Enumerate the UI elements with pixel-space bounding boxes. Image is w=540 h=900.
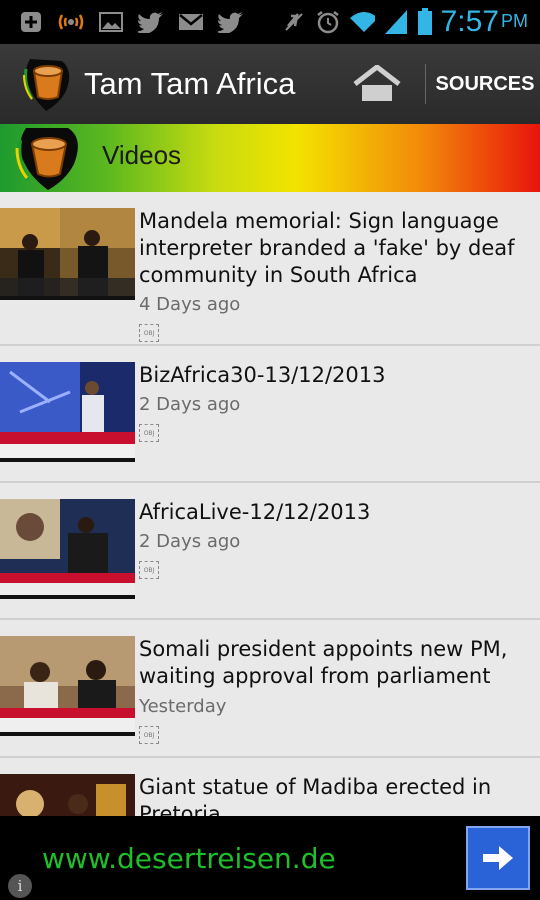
radio-icon <box>58 10 84 34</box>
video-thumbnail[interactable] <box>0 362 135 462</box>
category-banner: Videos <box>0 124 540 192</box>
video-item[interactable]: AfricaLive-12/12/2013 2 Days ago OBJ <box>0 483 540 618</box>
alarm-icon <box>315 10 341 34</box>
video-item[interactable]: BizAfrica30-13/12/2013 2 Days ago OBJ <box>0 346 540 481</box>
twitter-icon <box>138 10 164 34</box>
notification-icons <box>0 10 244 34</box>
video-time: 4 Days ago <box>139 294 241 315</box>
video-time: Yesterday <box>139 696 227 717</box>
object-placeholder: OBJ <box>139 324 159 342</box>
video-title[interactable]: AfricaLive-12/12/2013 <box>139 499 534 526</box>
video-item[interactable]: Giant statue of Madiba erected in Pretor… <box>0 758 540 816</box>
sources-button[interactable]: SOURCES <box>430 64 540 104</box>
app-logo[interactable] <box>20 57 74 111</box>
ad-url[interactable]: www.desertreisen.de <box>42 842 336 875</box>
video-title[interactable]: BizAfrica30-13/12/2013 <box>139 362 534 389</box>
banner-logo <box>12 126 92 192</box>
video-thumbnail[interactable] <box>0 636 135 736</box>
category-title: Videos <box>102 140 182 170</box>
video-list[interactable]: Mandela memorial: Sign language interpre… <box>0 192 540 816</box>
action-bar: Tam Tam Africa SOURCES <box>0 44 540 124</box>
object-placeholder: OBJ <box>139 561 159 579</box>
object-placeholder: OBJ <box>139 424 159 442</box>
signal-icon <box>383 10 409 34</box>
video-thumbnail[interactable] <box>0 208 135 300</box>
status-bar: 7:57 PM <box>0 0 540 44</box>
video-title[interactable]: Giant statue of Madiba erected in Pretor… <box>139 774 534 816</box>
video-thumbnail[interactable] <box>0 774 135 816</box>
info-icon[interactable]: i <box>8 874 32 898</box>
home-button[interactable] <box>344 58 410 110</box>
video-thumbnail[interactable] <box>0 499 135 599</box>
system-icons: 7:57 PM <box>281 5 540 39</box>
action-bar-divider <box>425 64 426 104</box>
video-item[interactable]: Somali president appoints new PM, waitin… <box>0 620 540 756</box>
video-item[interactable]: Mandela memorial: Sign language interpre… <box>0 192 540 344</box>
twitter-icon <box>218 10 244 34</box>
ad-go-button[interactable] <box>466 826 530 890</box>
ad-banner[interactable]: www.desertreisen.de i <box>0 816 540 900</box>
battery-icon <box>417 8 433 35</box>
video-title[interactable]: Mandela memorial: Sign language interpre… <box>139 208 534 289</box>
app-title: Tam Tam Africa <box>84 66 296 101</box>
video-time: 2 Days ago <box>139 531 241 552</box>
picture-icon <box>98 10 124 34</box>
clock-ampm: PM <box>501 11 528 31</box>
wifi-icon <box>349 10 375 34</box>
video-time: 2 Days ago <box>139 394 241 415</box>
arrow-right-icon <box>483 846 513 870</box>
home-icon <box>353 65 401 101</box>
video-title[interactable]: Somali president appoints new PM, waitin… <box>139 636 534 690</box>
clock-time: 7:57 <box>440 5 499 38</box>
gmail-icon <box>178 10 204 34</box>
object-placeholder: OBJ <box>139 726 159 744</box>
plus-icon <box>18 10 44 34</box>
mute-icon <box>281 10 307 34</box>
